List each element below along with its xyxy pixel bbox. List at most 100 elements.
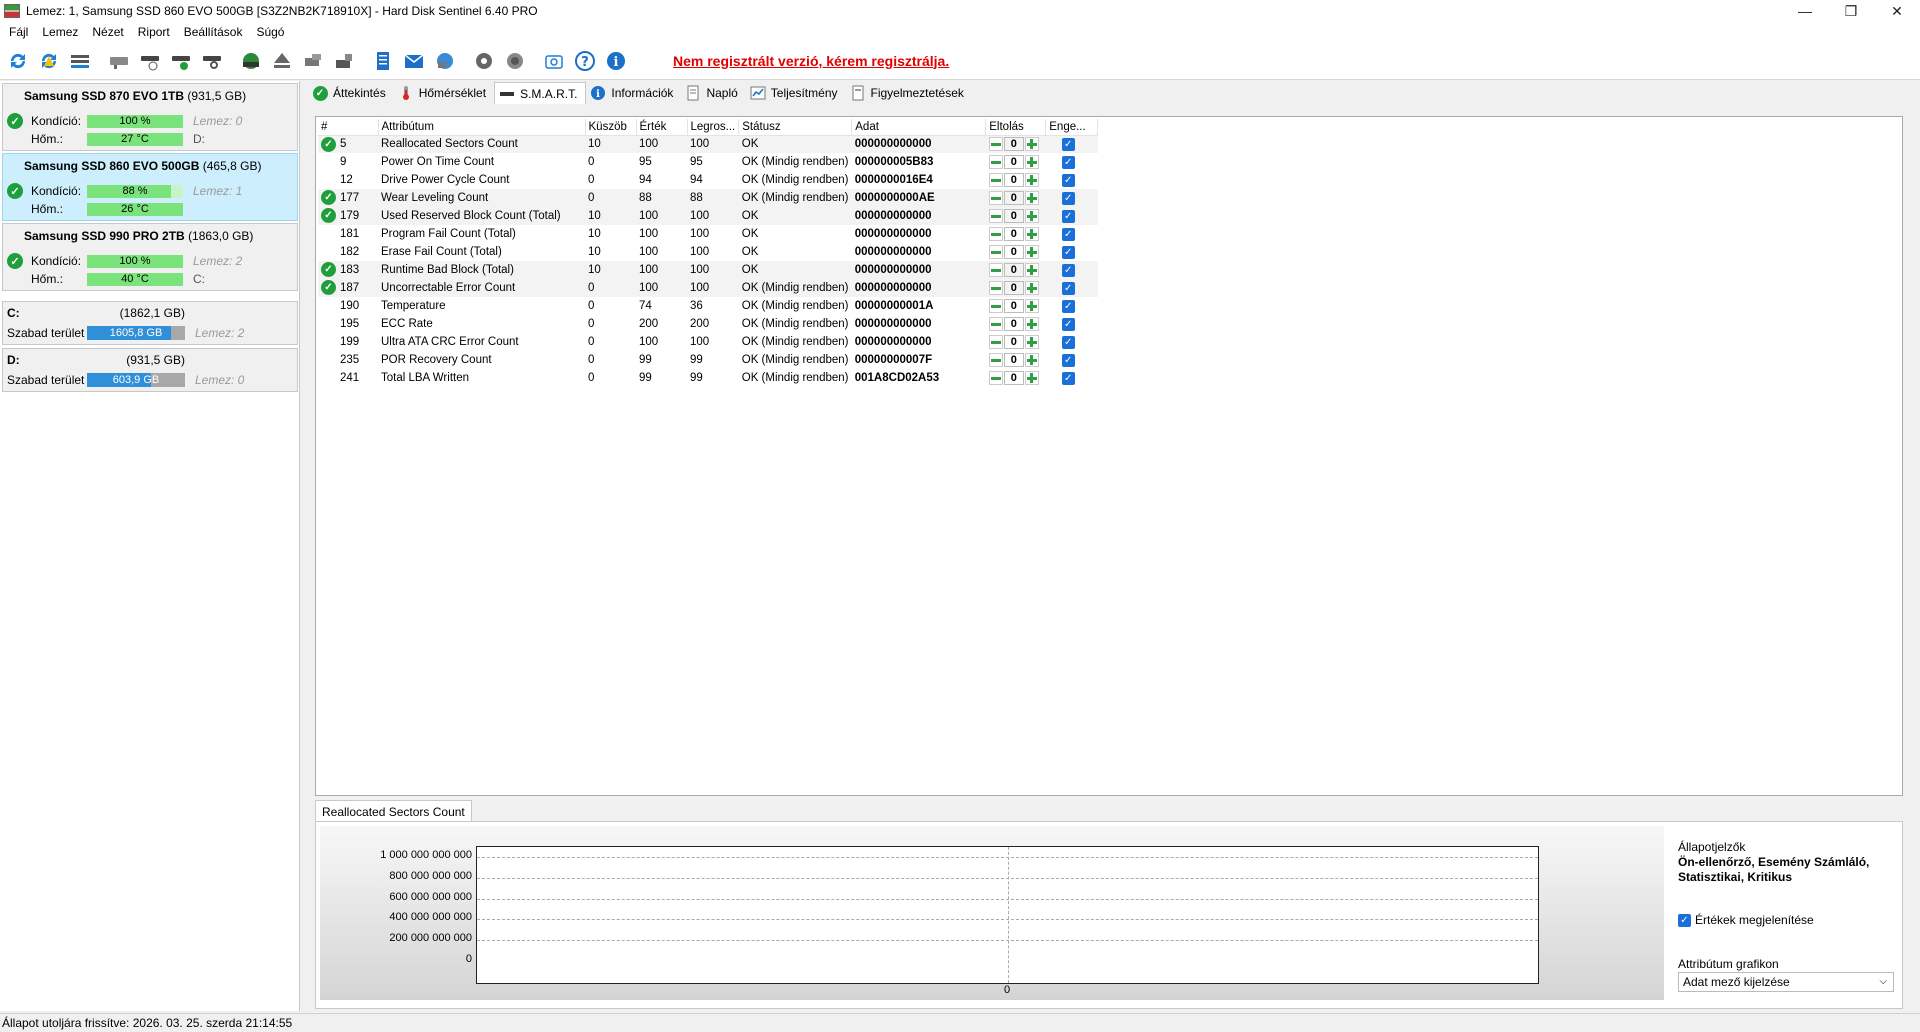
offset-value[interactable]: 0 [1003, 335, 1024, 349]
plus-icon[interactable] [1024, 353, 1039, 367]
menu-settings[interactable]: Beállítások [177, 25, 250, 39]
disk-check-icon[interactable] [167, 47, 195, 75]
enable-checkbox[interactable]: ✓ [1046, 225, 1098, 243]
enable-checkbox[interactable]: ✓ [1046, 315, 1098, 333]
screenshot-icon[interactable] [540, 47, 568, 75]
tab-alerts[interactable]: Figyelmeztetések [846, 82, 972, 104]
offset-value[interactable]: 0 [1003, 155, 1024, 169]
column-id[interactable]: # [318, 119, 379, 136]
enable-checkbox[interactable]: ✓ [1045, 279, 1098, 297]
plus-icon[interactable] [1024, 317, 1039, 331]
plus-icon[interactable] [1024, 209, 1039, 223]
menu-help[interactable]: Súgó [249, 25, 291, 39]
plus-icon[interactable] [1024, 137, 1039, 152]
column-offset[interactable]: Eltolás [985, 119, 1047, 136]
tab-performance[interactable]: Teljesítmény [746, 82, 846, 104]
volume-card[interactable]: D: (931,5 GB) Szabad terület 603,9 GB Le… [2, 348, 298, 392]
minus-icon[interactable] [988, 191, 1003, 205]
disk-search-icon[interactable] [198, 47, 226, 75]
column-attribute[interactable]: Attribútum [378, 119, 586, 136]
table-row[interactable]: ✓ 187 Uncorrectable Error Count 0 100 100 OK (… [318, 279, 1098, 297]
enable-checkbox[interactable]: ✓ [1046, 171, 1098, 189]
report-icon[interactable] [369, 47, 397, 75]
offset-value[interactable]: 0 [1003, 353, 1024, 367]
disk-tools-icon[interactable] [299, 47, 327, 75]
tab-temperature[interactable]: Hőmérséklet [394, 82, 494, 104]
disk-schedule-icon[interactable] [136, 47, 164, 75]
enable-checkbox[interactable]: ✓ [1046, 153, 1098, 171]
offset-value[interactable]: 0 [1003, 191, 1024, 205]
plus-icon[interactable] [1024, 155, 1039, 169]
minus-icon[interactable] [988, 371, 1003, 385]
plus-icon[interactable] [1024, 281, 1039, 295]
minus-icon[interactable] [988, 263, 1003, 277]
plus-icon[interactable] [1024, 263, 1039, 277]
disk-card[interactable]: Samsung SSD 990 PRO 2TB (1863,0 GB) ✓ Ko… [2, 223, 298, 291]
offset-value[interactable]: 0 [1003, 317, 1024, 331]
minus-icon[interactable] [988, 137, 1003, 152]
minus-icon[interactable] [988, 209, 1003, 223]
refresh-warning-icon[interactable] [35, 47, 63, 75]
table-row[interactable]: ✓ 5 Reallocated Sectors Count 10 100 100 OK 000… [318, 135, 1098, 153]
plus-icon[interactable] [1024, 335, 1039, 349]
plus-icon[interactable] [1024, 245, 1039, 259]
email-icon[interactable] [400, 47, 428, 75]
table-row[interactable]: 190 Temperature 0 74 36 OK (Mindig rendben) 00… [318, 297, 1098, 315]
offset-value[interactable]: 0 [1003, 299, 1024, 313]
minus-icon[interactable] [988, 299, 1003, 313]
tab-information[interactable]: i Információk [586, 82, 681, 104]
tab-log[interactable]: Napló [681, 82, 745, 104]
volume-card[interactable]: C: (1862,1 GB) Szabad terület 1605,8 GB … [2, 301, 298, 345]
minus-icon[interactable] [988, 317, 1003, 331]
offset-value[interactable]: 0 [1003, 173, 1024, 187]
column-value[interactable]: Érték [636, 119, 688, 136]
enable-checkbox[interactable]: ✓ [1046, 333, 1098, 351]
settings-icon[interactable] [470, 47, 498, 75]
refresh-icon[interactable] [4, 47, 32, 75]
table-row[interactable]: 182 Erase Fail Count (Total) 10 100 100 OK 000… [318, 243, 1098, 261]
column-worst[interactable]: Legros... [687, 119, 740, 136]
plus-icon[interactable] [1024, 299, 1039, 313]
plus-icon[interactable] [1024, 173, 1039, 187]
menu-report[interactable]: Riport [131, 25, 177, 39]
table-row[interactable]: ✓ 177 Wear Leveling Count 0 88 88 OK (Mindig r… [318, 189, 1098, 207]
offset-value[interactable]: 0 [1003, 281, 1024, 295]
enable-checkbox[interactable]: ✓ [1046, 243, 1098, 261]
menu-view[interactable]: Nézet [85, 25, 130, 39]
graph-tab[interactable]: Reallocated Sectors Count [315, 800, 472, 822]
surface-test-icon[interactable] [237, 47, 265, 75]
eject-icon[interactable] [268, 47, 296, 75]
offset-value[interactable]: 0 [1003, 227, 1024, 241]
table-row[interactable]: 181 Program Fail Count (Total) 10 100 100 OK 0… [318, 225, 1098, 243]
table-row[interactable]: 195 ECC Rate 0 200 200 OK (Mindig rendben) 000… [318, 315, 1098, 333]
enable-checkbox[interactable]: ✓ [1046, 297, 1098, 315]
offset-value[interactable]: 0 [1003, 137, 1024, 152]
enable-checkbox[interactable]: ✓ [1045, 261, 1098, 279]
disk-export-icon[interactable] [330, 47, 358, 75]
maximize-button[interactable]: ❐ [1828, 0, 1874, 22]
minimize-button[interactable]: — [1782, 0, 1828, 22]
table-row[interactable]: 12 Drive Power Cycle Count 0 94 94 OK (Mindig… [318, 171, 1098, 189]
menu-disk[interactable]: Lemez [35, 25, 85, 39]
enable-checkbox[interactable]: ✓ [1045, 189, 1098, 207]
enable-checkbox[interactable]: ✓ [1045, 207, 1098, 225]
minus-icon[interactable] [988, 353, 1003, 367]
plus-icon[interactable] [1024, 191, 1039, 205]
table-row[interactable]: ✓ 183 Runtime Bad Block (Total) 10 100 100 OK 0… [318, 261, 1098, 279]
register-link[interactable]: Nem regisztrált verzió, kérem regisztrál… [673, 53, 949, 69]
enable-checkbox[interactable]: ✓ [1045, 135, 1098, 153]
disk-info-icon[interactable] [105, 47, 133, 75]
minus-icon[interactable] [988, 173, 1003, 187]
about-icon[interactable]: i [602, 47, 630, 75]
column-data[interactable]: Adat [851, 119, 987, 136]
column-threshold[interactable]: Küszöb [585, 119, 637, 136]
disk-card-selected[interactable]: Samsung SSD 860 EVO 500GB (465,8 GB) ✓ K… [2, 153, 298, 221]
help-icon[interactable]: ? [571, 47, 599, 75]
table-row[interactable]: 199 Ultra ATA CRC Error Count 0 100 100 OK (M… [318, 333, 1098, 351]
minus-icon[interactable] [988, 155, 1003, 169]
offset-value[interactable]: 0 [1003, 371, 1024, 385]
offset-value[interactable]: 0 [1003, 209, 1024, 223]
offset-value[interactable]: 0 [1003, 263, 1024, 277]
table-row[interactable]: ✓ 179 Used Reserved Block Count (Total) 10 1… [318, 207, 1098, 225]
sound-icon[interactable] [501, 47, 529, 75]
